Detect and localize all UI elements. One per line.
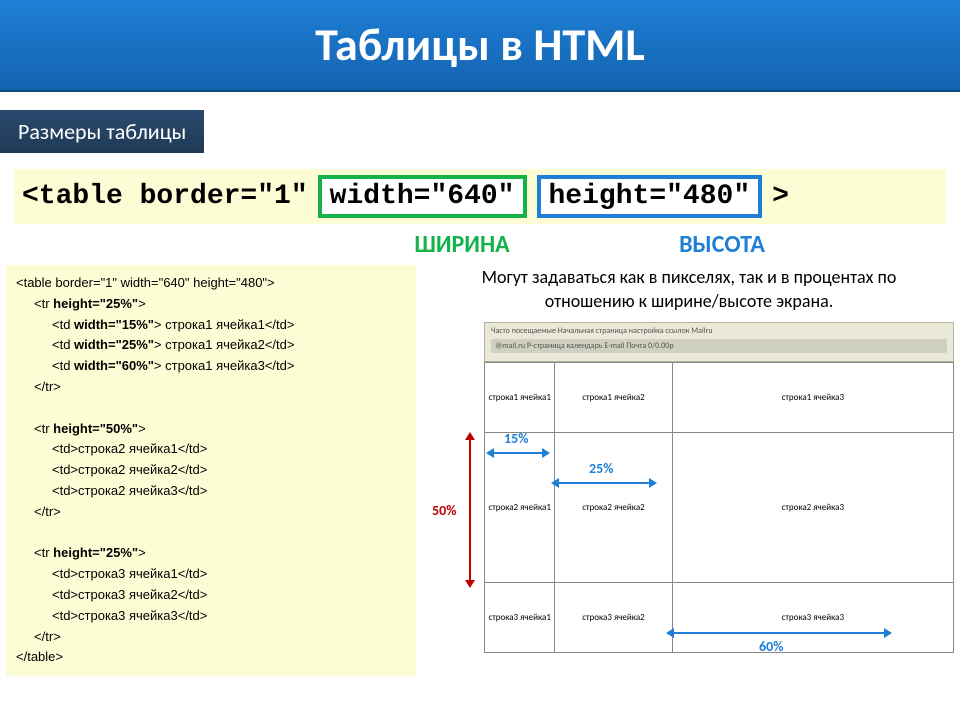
- content-row: <table border="1" width="640" height="48…: [0, 265, 960, 676]
- tag-example-row: <table border="1" width="640" height="48…: [0, 169, 960, 224]
- tag-suffix: >: [772, 181, 789, 212]
- pct-label-50: 50%: [432, 502, 456, 519]
- attr-height-box: height="480": [537, 175, 763, 218]
- cell-r3c3: строка3 ячейка3: [672, 582, 953, 652]
- description-text: Могут задаваться как в пикселях, так и в…: [424, 265, 954, 322]
- cell-r3c1: строка3 ячейка1: [485, 582, 555, 652]
- right-column: Могут задаваться как в пикселях, так и в…: [424, 265, 954, 676]
- preview-table: строка1 ячейка1 строка1 ячейка2 строка1 …: [484, 362, 954, 653]
- label-height: ВЫСОТА: [592, 230, 852, 259]
- tag-prefix: <table border="1": [22, 181, 308, 212]
- cell-r1c1: строка1 ячейка1: [485, 362, 555, 432]
- arrow-50pct: [469, 440, 471, 580]
- browser-bar-line2: @mail.ru Р-страница календарь E-mail Поч…: [491, 339, 947, 353]
- slide-header: Таблицы в HTML: [0, 0, 960, 92]
- table-row: строка2 ячейка1 строка2 ячейка2 строка2 …: [485, 432, 954, 582]
- table-row: строка3 ячейка1 строка3 ячейка2 строка3 …: [485, 582, 954, 652]
- browser-bar-line1: Часто посещаемые Начальная страница наст…: [491, 326, 947, 336]
- arrow-15pct: [494, 452, 542, 454]
- slide-title: Таблицы в HTML: [315, 17, 645, 73]
- browser-toolbar: Часто посещаемые Начальная страница наст…: [484, 322, 954, 362]
- arrow-25pct: [559, 482, 649, 484]
- cell-r2c2: строка2 ячейка2: [555, 432, 672, 582]
- pct-label-25: 25%: [589, 460, 613, 477]
- code-example: <table border="1" width="640" height="48…: [6, 265, 416, 676]
- cell-r1c3: строка1 ячейка3: [672, 362, 953, 432]
- arrow-60pct: [674, 632, 884, 634]
- cell-r2c3: строка2 ячейка3: [672, 432, 953, 582]
- table-row: строка1 ячейка1 строка1 ячейка2 строка1 …: [485, 362, 954, 432]
- tag-example: <table border="1" width="640" height="48…: [14, 169, 946, 224]
- pct-label-60: 60%: [759, 638, 783, 655]
- attr-labels-row: ШИРИНА ВЫСОТА: [0, 230, 960, 259]
- cell-r3c2: строка3 ячейка2: [555, 582, 672, 652]
- browser-preview: Часто посещаемые Начальная страница наст…: [424, 322, 954, 677]
- slide-subtitle: Размеры таблицы: [0, 110, 204, 153]
- attr-width-box: width="640": [318, 175, 527, 218]
- cell-r1c2: строка1 ячейка2: [555, 362, 672, 432]
- label-width: ШИРИНА: [332, 230, 592, 259]
- pct-label-15: 15%: [504, 430, 528, 447]
